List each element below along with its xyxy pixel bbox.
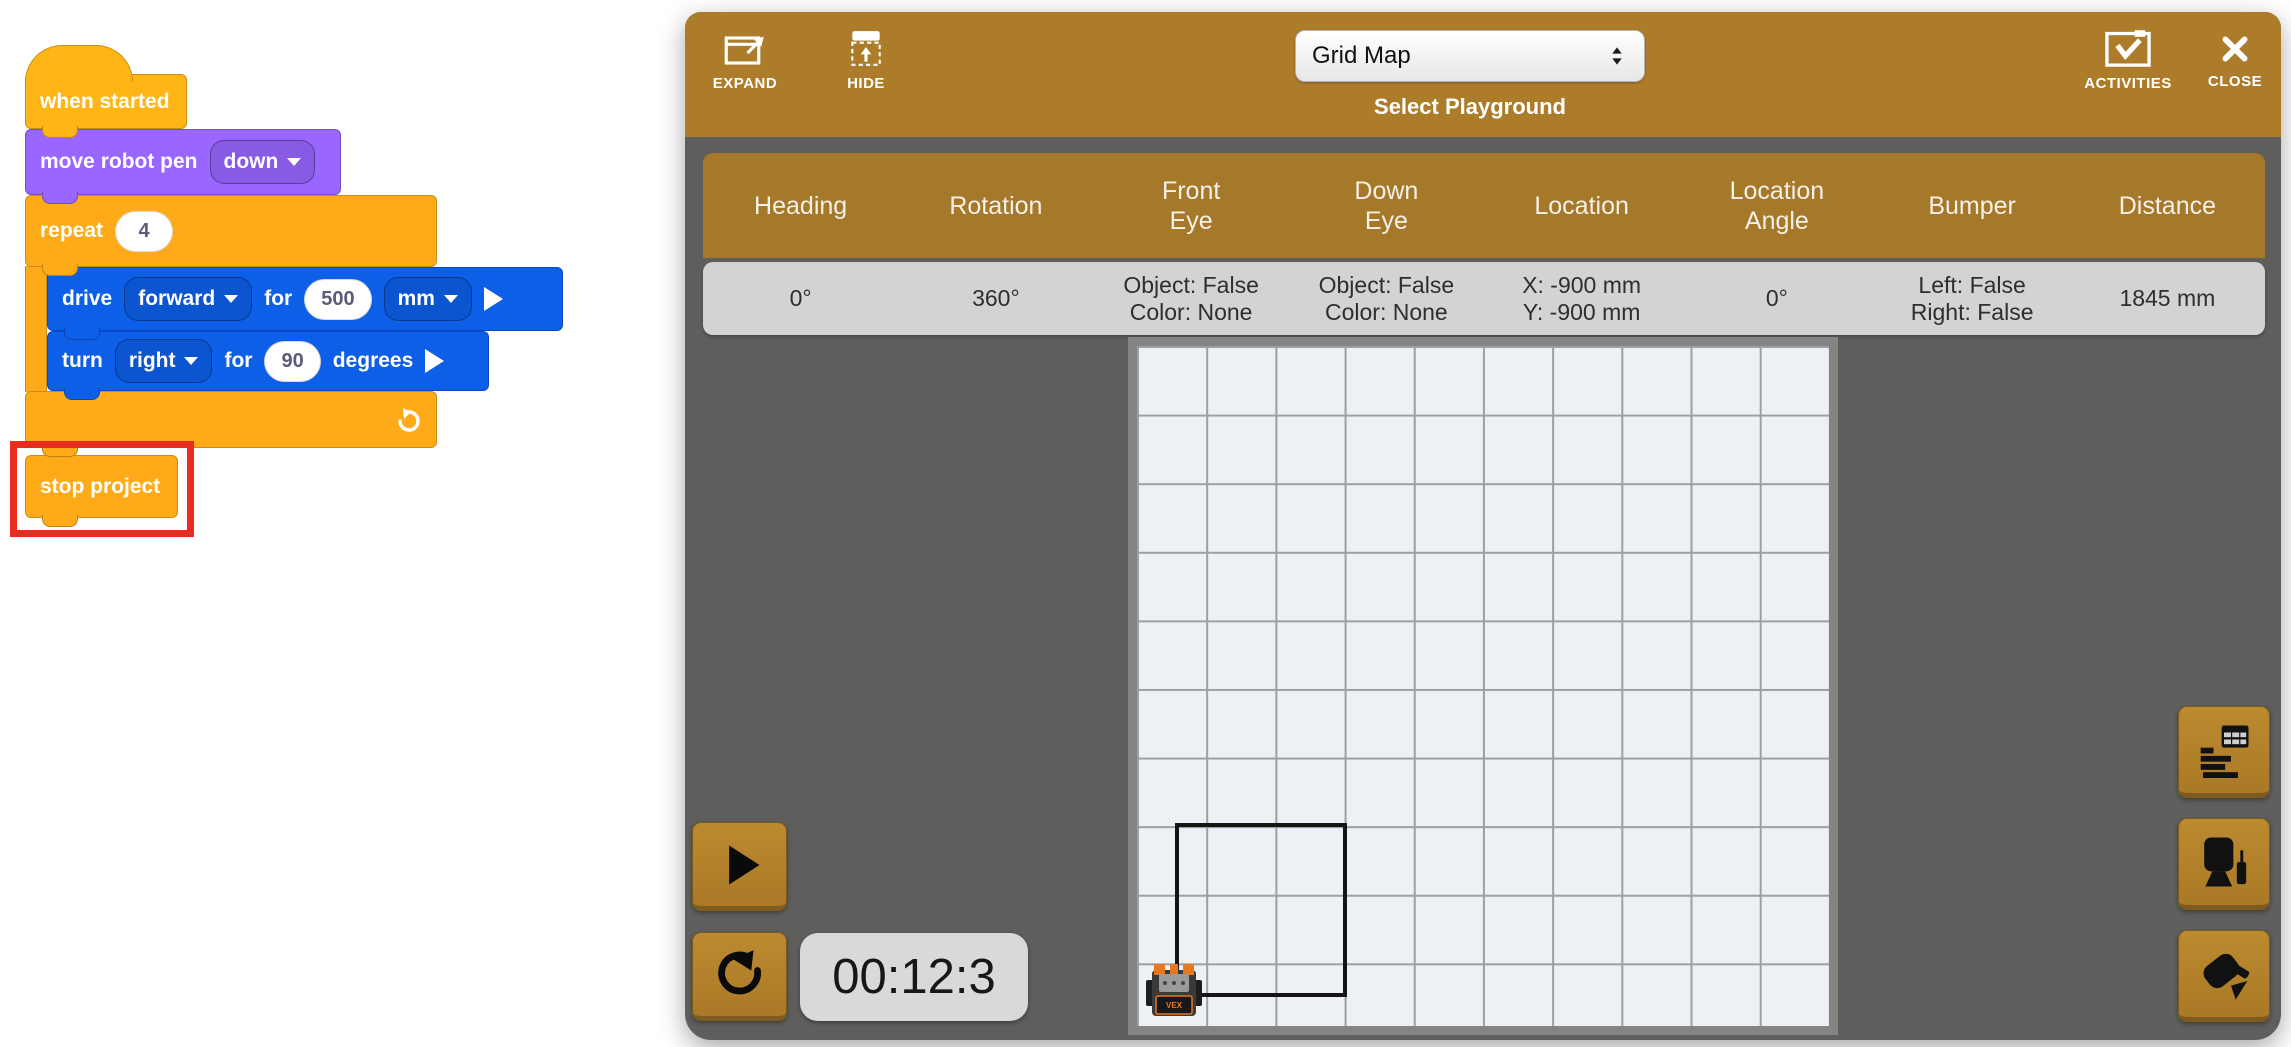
activities-icon [2103,28,2153,68]
perspective-camera-view-button[interactable] [2178,930,2270,1022]
repeat-block-left-arm [25,266,47,392]
dropdown-caret-icon [224,295,238,303]
turn-block[interactable]: turn right for 90 degrees [47,331,489,391]
expand-label: EXPAND [713,75,777,92]
repeat-label: repeat [40,219,103,243]
column-header-rotation: Rotation [898,191,1093,221]
dropdown-caret-icon [287,158,301,166]
rotation-value: 360° [898,285,1093,312]
close-label: CLOSE [2208,73,2262,90]
dashboard-header-row: Heading Rotation Front Eye Down Eye Loca… [703,153,2265,258]
front-eye-value: Object: False Color: None [1094,272,1289,326]
playground-panel: EXPAND HIDE Grid Map Select Playground [685,12,2281,1040]
column-header-location-angle: Location Angle [1679,176,1874,236]
timer-display: 00:12:3 [800,933,1028,1021]
drive-label: drive [62,287,112,311]
vex-robot[interactable]: VEX [1146,964,1202,1020]
svg-text:VEX: VEX [1166,1001,1183,1010]
pen-position-value: down [224,150,279,174]
column-header-distance: Distance [2070,191,2265,221]
run-block-arrow-icon[interactable] [425,349,444,373]
dropdown-caret-icon [444,295,458,303]
column-header-heading: Heading [703,191,898,221]
expand-icon [722,28,768,68]
close-icon [2218,32,2252,66]
select-arrows-icon [1606,43,1628,69]
code-canvas: when started move robot pen down repeat … [0,0,685,1047]
when-started-label: when started [40,90,170,114]
move-pen-label: move robot pen [40,150,198,174]
reset-icon [713,948,767,1002]
move-robot-pen-block[interactable]: move robot pen down [25,129,341,195]
drive-distance-input[interactable]: 500 [304,279,371,320]
app-window: when started move robot pen down repeat … [0,0,2291,1047]
loop-arrow-icon [394,406,422,434]
bumper-value: Left: False Right: False [1875,272,2070,326]
column-header-front-eye: Front Eye [1094,176,1289,236]
select-playground-caption: Select Playground [1295,94,1645,120]
activities-label: ACTIVITIES [2084,75,2172,92]
hide-icon [846,28,886,68]
dropdown-caret-icon [184,357,198,365]
stop-project-label: stop project [40,475,160,499]
drive-direction-value: forward [138,287,215,311]
turn-degrees-label: degrees [333,349,414,373]
turn-direction-dropdown[interactable]: right [115,339,213,383]
when-started-block[interactable]: when started [25,74,187,129]
drive-unit-dropdown[interactable]: mm [384,277,472,321]
turn-label: turn [62,349,103,373]
stop-project-block[interactable]: stop project [25,455,178,518]
distance-value: 1845 mm [2070,285,2265,312]
column-header-location: Location [1484,191,1679,221]
turn-angle-input[interactable]: 90 [264,341,320,382]
drive-for-label: for [264,287,292,311]
front-camera-view-button[interactable] [2178,818,2270,910]
data-table-view-button[interactable] [2178,706,2270,798]
location-angle-value: 0° [1679,285,1874,312]
heading-value: 0° [703,285,898,312]
turn-direction-value: right [129,349,176,373]
front-camera-view-icon [2196,834,2252,890]
location-value: X: -900 mm Y: -900 mm [1484,272,1679,326]
play-button[interactable] [692,822,787,911]
play-icon [714,839,766,891]
close-button[interactable]: CLOSE [2185,32,2285,90]
column-header-down-eye: Down Eye [1289,176,1484,236]
drive-direction-dropdown[interactable]: forward [124,277,252,321]
hide-label: HIDE [847,75,885,92]
grid-map: VEX [1128,337,1838,1035]
run-block-arrow-icon[interactable] [484,287,503,311]
data-table-view-icon [2196,722,2252,778]
reset-button[interactable] [692,932,787,1021]
expand-button[interactable]: EXPAND [695,28,795,92]
drive-block[interactable]: drive forward for 500 mm [47,267,563,331]
dashboard-data-row: 0° 360° Object: False Color: None Object… [703,262,2265,335]
turn-for-label: for [224,349,252,373]
repeat-count-input[interactable]: 4 [115,211,173,252]
perspective-camera-view-icon [2196,946,2252,1002]
activities-button[interactable]: ACTIVITIES [2078,28,2178,92]
drive-unit-value: mm [398,287,435,311]
sensor-dashboard: Heading Rotation Front Eye Down Eye Loca… [703,153,2265,335]
repeat-block-header[interactable]: repeat 4 [25,195,437,267]
hide-button[interactable]: HIDE [816,28,916,92]
down-eye-value: Object: False Color: None [1289,272,1484,326]
column-header-bumper: Bumper [1875,191,2070,221]
playground-topbar: EXPAND HIDE Grid Map Select Playground [685,12,2281,137]
playground-select-value: Grid Map [1312,42,1411,70]
playground-select[interactable]: Grid Map [1295,30,1645,82]
pen-position-dropdown[interactable]: down [210,140,316,184]
